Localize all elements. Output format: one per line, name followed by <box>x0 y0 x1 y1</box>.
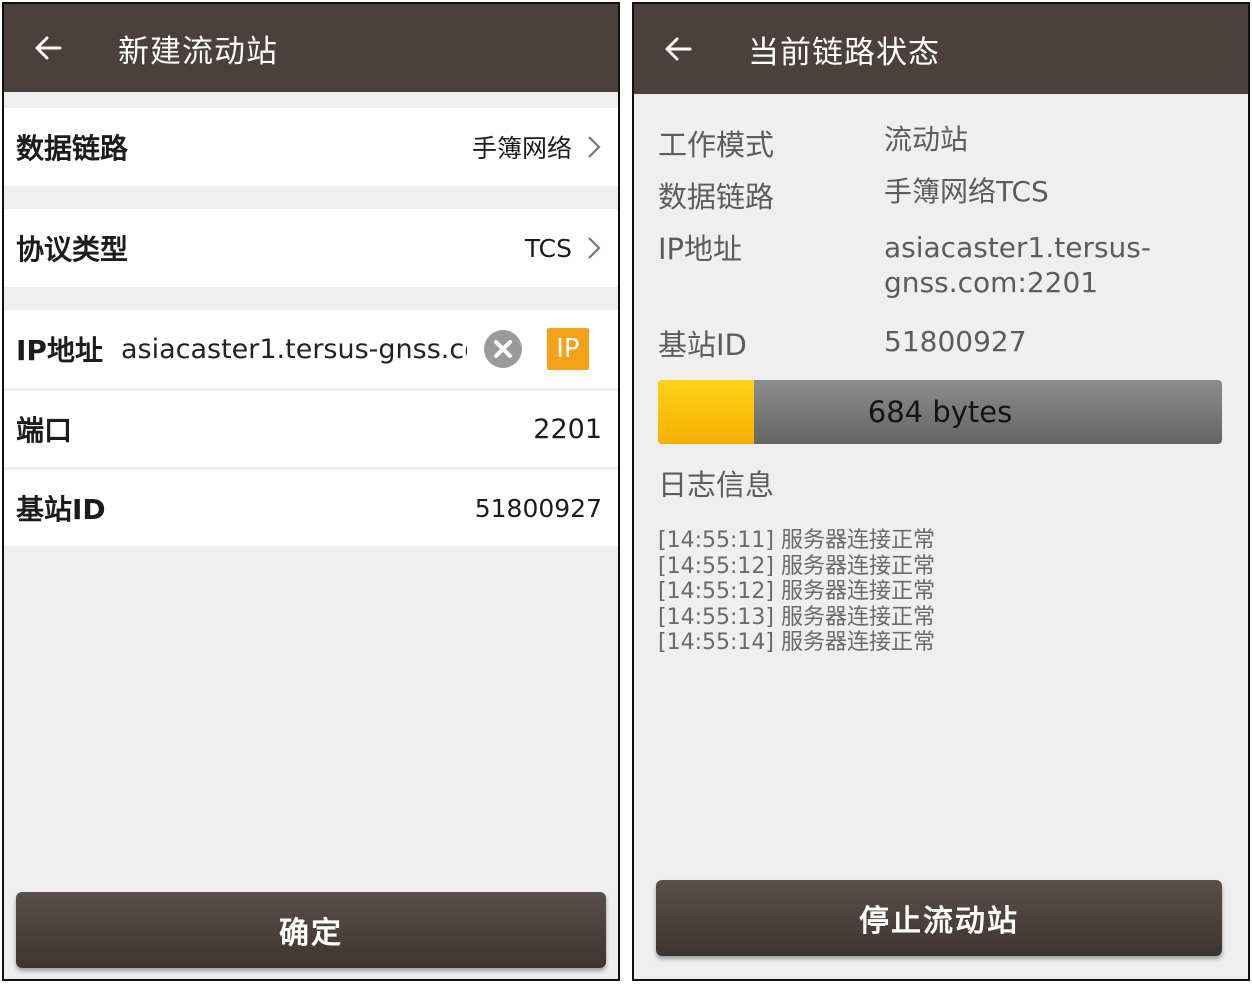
port-input[interactable]: 2201 <box>533 414 602 445</box>
data-link-label: 数据链路 <box>16 132 129 165</box>
log-entry: [14:55:11] 服务器连接正常 <box>658 528 935 553</box>
base-id-input[interactable]: 51800927 <box>475 494 602 523</box>
log-list: [14:55:11] 服务器连接正常 [14:55:12] 服务器连接正常 [1… <box>658 528 935 656</box>
data-link-row[interactable]: 数据链路 手簿网络 <box>4 108 618 186</box>
base-id-label: 基站ID <box>16 493 106 526</box>
data-progress-bar: 684 bytes <box>658 380 1222 444</box>
base-id-row: 基站ID 51800927 <box>4 470 618 546</box>
log-entry: [14:55:12] 服务器连接正常 <box>658 553 935 579</box>
work-mode-label: 工作模式 <box>658 128 775 162</box>
log-entry: [14:55:12] 服务器连接正常 <box>658 579 935 604</box>
data-link-value: 手簿网络 <box>471 134 572 163</box>
ip-address-input[interactable]: asiacaster1.tersus-gnss.com <box>121 334 467 365</box>
stop-rover-button[interactable]: 停止流动站 <box>656 880 1222 956</box>
title-bar: 当前链路状态 <box>634 4 1248 94</box>
protocol-type-row[interactable]: 协议类型 TCS <box>4 209 618 287</box>
page-title: 新建流动站 <box>118 33 278 70</box>
log-entry: [14:55:13] 服务器连接正常 <box>658 604 935 630</box>
log-entry: [14:55:14] 服务器连接正常 <box>658 630 935 655</box>
chevron-right-icon <box>586 235 602 261</box>
progress-text: 684 bytes <box>867 395 1013 429</box>
protocol-type-value: TCS <box>524 233 572 263</box>
port-label: 端口 <box>16 414 73 447</box>
ip-address-label: IP地址 <box>658 232 743 266</box>
work-mode-value: 流动站 <box>884 123 969 156</box>
data-link-value: 手簿网络TCS <box>884 175 1049 208</box>
confirm-button[interactable]: 确定 <box>16 892 606 968</box>
link-status-screen: 当前链路状态 工作模式 流动站 数据链路 手簿网络TCS IP地址 asiaca… <box>632 2 1250 981</box>
title-bar: 新建流动站 <box>4 4 618 92</box>
base-id-label: 基站ID <box>658 328 747 362</box>
data-link-label: 数据链路 <box>658 180 775 214</box>
protocol-type-label: 协议类型 <box>16 233 129 266</box>
new-rover-screen: 新建流动站 数据链路 手簿网络 协议类型 TCS IP地址 asiacaster… <box>2 2 620 981</box>
base-id-value: 51800927 <box>884 325 1027 358</box>
port-row: 端口 2201 <box>4 391 618 467</box>
ip-address-value: asiacaster1.tersus-gnss.com:2201 <box>884 231 1151 299</box>
back-arrow-icon[interactable] <box>662 33 694 65</box>
back-arrow-icon[interactable] <box>32 32 64 64</box>
ip-address-row: IP地址 asiacaster1.tersus-gnss.com IP <box>4 310 618 388</box>
chevron-right-icon <box>586 134 602 160</box>
ip-select-button[interactable]: IP <box>546 328 589 370</box>
ip-address-label: IP地址 <box>16 334 103 367</box>
clear-icon[interactable] <box>483 329 523 369</box>
log-title: 日志信息 <box>658 468 775 502</box>
page-title: 当前链路状态 <box>748 34 940 71</box>
